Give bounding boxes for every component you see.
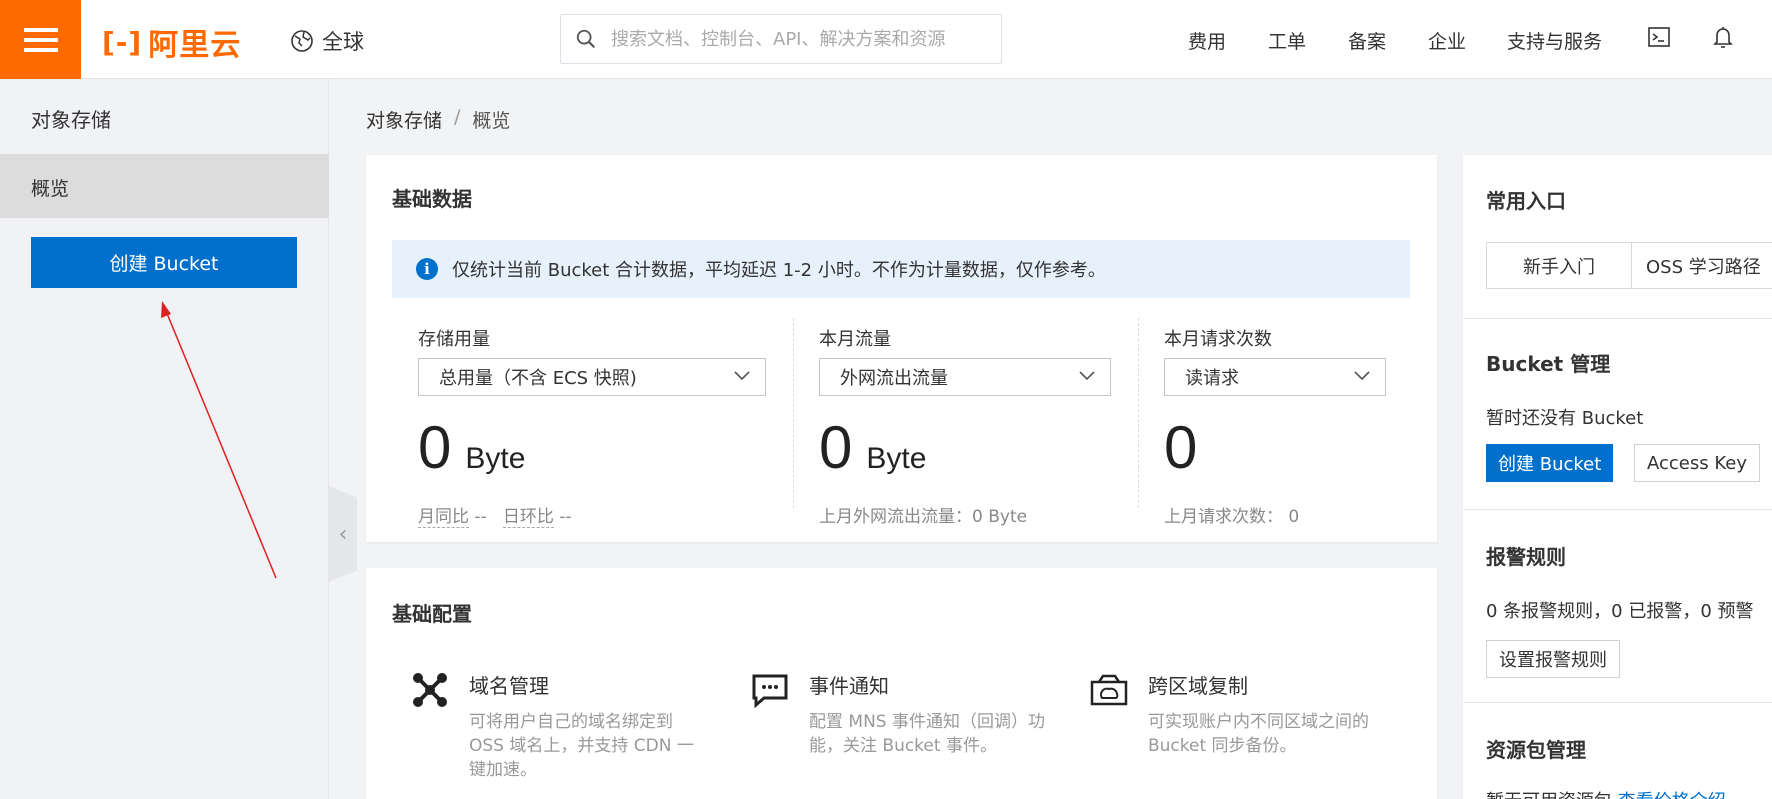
- set-alarm-rules-button[interactable]: 设置报警规则: [1486, 640, 1620, 678]
- chevron-down-icon: [734, 371, 750, 381]
- storage-comparison: 月同比 -- 日环比 --: [418, 502, 572, 528]
- storage-value: 0 Byte: [418, 413, 525, 482]
- storage-number: 0: [418, 414, 452, 481]
- feature-description: 配置 MNS 事件通知（回调）功能，关注 Bucket 事件。: [809, 712, 1045, 756]
- traffic-type-select[interactable]: 外网流出流量: [819, 358, 1111, 396]
- info-text: 仅统计当前 Bucket 合计数据，平均延迟 1-2 小时。不作为计量数据，仅作…: [452, 260, 1106, 281]
- storage-yoy-label: 月同比: [418, 507, 469, 528]
- top-header: [-] 阿里云 全球 费用 工单 备案 企业 支持与服务: [0, 0, 1772, 79]
- traffic-value: 0 Byte: [819, 413, 926, 482]
- info-icon: i: [416, 258, 438, 280]
- bucket-management-title: Bucket 管理: [1486, 352, 1611, 376]
- chevron-left-icon: ‹: [338, 521, 348, 547]
- sidebar-item-overview[interactable]: 概览: [0, 154, 329, 218]
- nav-enterprise[interactable]: 企业: [1428, 27, 1466, 54]
- breadcrumb-root[interactable]: 对象存储: [366, 106, 442, 133]
- storage-label: 存储用量: [418, 329, 490, 350]
- storage-mom-value: --: [559, 507, 572, 527]
- requests-value: 0: [1164, 413, 1197, 482]
- tab-getting-started[interactable]: 新手入门: [1486, 242, 1632, 289]
- section-divider: [1463, 702, 1772, 703]
- alarm-rules-title: 报警规则: [1486, 545, 1566, 569]
- nav-fee[interactable]: 费用: [1188, 27, 1226, 54]
- nav-support[interactable]: 支持与服务: [1507, 27, 1602, 54]
- tab-learning-path[interactable]: OSS 学习路径: [1632, 242, 1772, 289]
- feature-name: 事件通知: [809, 674, 889, 698]
- alarm-summary: 0 条报警规则，0 已报警，0 预警: [1486, 601, 1754, 622]
- search-icon: [576, 29, 596, 49]
- global-search[interactable]: [560, 14, 1002, 64]
- hamburger-menu-button[interactable]: [0, 0, 81, 79]
- region-selector[interactable]: 全球: [290, 26, 364, 56]
- resource-empty-text: 暂无可用资源包: [1486, 791, 1612, 799]
- traffic-select-value: 外网流出流量: [840, 368, 948, 389]
- basic-data-title: 基础数据: [392, 187, 472, 211]
- region-label: 全球: [322, 30, 364, 54]
- basic-config-title: 基础配置: [392, 602, 472, 626]
- price-link[interactable]: 查看价格介绍: [1618, 791, 1726, 799]
- aliyun-logo-mark: [-]: [102, 25, 143, 59]
- breadcrumb-separator: /: [454, 106, 461, 128]
- right-create-bucket-button[interactable]: 创建 Bucket: [1486, 444, 1614, 482]
- storage-type-select[interactable]: 总用量（不含 ECS 快照): [418, 358, 766, 396]
- requests-select-value: 读请求: [1185, 368, 1239, 389]
- sidebar: 对象存储 概览 创建 Bucket: [0, 79, 329, 799]
- breadcrumb-current: 概览: [472, 110, 511, 132]
- basic-data-card: 基础数据 i 仅统计当前 Bucket 合计数据，平均延迟 1-2 小时。不作为…: [366, 155, 1437, 542]
- info-banner: i 仅统计当前 Bucket 合计数据，平均延迟 1-2 小时。不作为计量数据，…: [392, 240, 1410, 298]
- aliyun-logo[interactable]: [-] 阿里云: [102, 20, 241, 64]
- feature-description: 可实现账户内不同区域之间的 Bucket 同步备份。: [1148, 712, 1369, 756]
- requests-number: 0: [1164, 414, 1198, 481]
- aliyun-logo-text: 阿里云: [148, 28, 242, 63]
- common-entry-tabs: 新手入门 OSS 学习路径: [1486, 242, 1772, 289]
- storage-unit: Byte: [465, 442, 526, 475]
- breadcrumb: 对象存储 / 概览: [366, 106, 510, 133]
- chevron-down-icon: [1079, 371, 1095, 381]
- nav-ticket[interactable]: 工单: [1268, 27, 1306, 54]
- globe-icon: [291, 30, 313, 52]
- common-entry-title: 常用入口: [1486, 189, 1566, 213]
- sidebar-collapse-toggle[interactable]: ‹: [329, 486, 357, 582]
- resource-package-title: 资源包管理: [1486, 738, 1586, 762]
- chevron-down-icon: [1354, 371, 1370, 381]
- message-icon: [752, 674, 788, 709]
- nav-icp[interactable]: 备案: [1348, 27, 1386, 54]
- bucket-empty-text: 暂时还没有 Bucket: [1486, 408, 1644, 429]
- sidebar-create-bucket-button[interactable]: 创建 Bucket: [31, 237, 297, 288]
- requests-last-month: 上月请求次数： 0: [1164, 507, 1300, 527]
- metric-divider: [793, 318, 794, 508]
- menu-icon: [23, 27, 58, 52]
- feature-name: 域名管理: [469, 674, 549, 698]
- traffic-number: 0: [819, 414, 853, 481]
- cloud-sync-icon: [1090, 674, 1128, 706]
- feature-name: 跨区域复制: [1148, 674, 1248, 698]
- sidebar-title: 对象存储: [31, 108, 111, 132]
- requests-type-select[interactable]: 读请求: [1164, 358, 1386, 396]
- requests-label: 本月请求次数: [1164, 329, 1272, 350]
- storage-select-value: 总用量（不含 ECS 快照): [439, 368, 637, 389]
- sidebar-item-label: 概览: [31, 178, 70, 200]
- terminal-icon[interactable]: [1646, 24, 1672, 50]
- metric-divider: [1138, 318, 1139, 508]
- feature-description: 可将用户自己的域名绑定到 OSS 域名上，并支持 CDN 一键加速。: [469, 712, 694, 780]
- storage-yoy-value: --: [474, 507, 487, 527]
- traffic-last-month: 上月外网流出流量：0 Byte: [819, 507, 1028, 527]
- traffic-metric: 本月流量 外网流出流量 0 Byte 上月外网流出流量：0 Byte: [819, 325, 1111, 527]
- resource-package-text: 暂无可用资源包 查看价格介绍: [1486, 787, 1726, 799]
- storage-metric: 存储用量 总用量（不含 ECS 快照) 0 Byte 月同比 -- 日环比 --: [418, 325, 766, 528]
- domain-network-icon: [413, 673, 447, 707]
- search-input[interactable]: [611, 28, 971, 50]
- traffic-label: 本月流量: [819, 329, 891, 350]
- access-key-button[interactable]: Access Key: [1634, 444, 1760, 482]
- section-divider: [1463, 509, 1772, 510]
- bell-icon[interactable]: [1710, 24, 1736, 50]
- requests-metric: 本月请求次数 读请求 0 上月请求次数： 0: [1164, 325, 1386, 527]
- traffic-unit: Byte: [866, 442, 927, 475]
- storage-mom-label: 日环比: [502, 507, 554, 528]
- section-divider: [1463, 318, 1772, 319]
